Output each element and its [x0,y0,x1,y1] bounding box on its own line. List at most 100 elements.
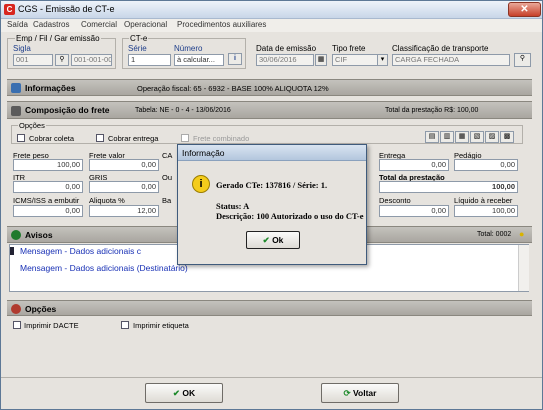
liquido-input[interactable]: 100,00 [454,205,518,217]
operacao-fiscal-text: Operação fiscal: 65 - 6932 - BASE 100% A… [137,84,329,93]
info-icon[interactable]: i [228,53,242,65]
avisos-title: Avisos [25,230,53,240]
tipo-frete-label: Tipo frete [332,44,366,53]
binoculars-icon[interactable]: ⚲ [55,54,69,66]
dialog-ok-button[interactable]: ✔ Ok [246,231,300,249]
menu-comercial[interactable]: Comercial [81,20,117,29]
ok-button[interactable]: ✔ OK [145,383,223,403]
avisos-total: Total: 0002 [477,231,512,238]
menu-bar: Saída Cadastros Comercial Operacional Pr… [1,19,542,32]
tabela-text: Tabela: NE - 0 - 4 - 13/06/2016 [135,107,231,114]
composicao-icon [11,106,21,116]
menu-procedimentos[interactable]: Procedimentos auxiliares [177,20,266,29]
sigla-label: Sigla [13,44,31,53]
tipo-frete-select[interactable]: CIF [332,54,378,66]
grid-tool-icon[interactable]: ▨ [485,131,499,143]
serie-label: Série [128,44,147,53]
total-prestacao-text: Total da prestação R$: 100,00 [385,107,479,114]
sigla-input[interactable]: 001 [13,54,53,66]
cobrar-coleta-label: Cobrar coleta [29,134,75,143]
binoculars-icon[interactable]: ⚲ [514,53,531,67]
info-section-icon [11,83,21,93]
list-item[interactable]: Mensagem - Dados adicionais c [20,246,141,256]
check-icon: ✔ [262,235,273,245]
check-icon: ✔ [172,388,183,398]
grid-tool-icon[interactable]: ▥ [440,131,454,143]
menu-cadastros[interactable]: Cadastros [33,20,69,29]
cte-label: CT-e [129,34,149,43]
imprimir-etiqueta-checkbox[interactable] [121,321,129,329]
opcoes-frete-label: Opções [18,121,46,130]
composicao-header: Composição do frete Tabela: NE - 0 - 4 -… [7,101,532,119]
itr-input[interactable]: 0,00 [13,181,83,193]
refresh-icon: ⟳ [343,388,353,398]
opcoes-icon [11,304,21,314]
window-title: CGS - Emissão de CT-e [18,4,115,14]
imprimir-etiqueta-label: Imprimir etiqueta [133,321,189,330]
dialog-line1: Gerado CTe: 137816 / Série: 1. [216,180,328,190]
imprimir-dacte-label: Imprimir DACTE [24,321,79,330]
informacoes-header: Informações Operação fiscal: 65 - 6932 -… [7,79,532,96]
ca-label: CA [162,151,173,160]
menu-operacional[interactable]: Operacional [124,20,167,29]
classificacao-label: Classificação de transporte [392,44,489,53]
pedagio-input[interactable]: 0,00 [454,159,518,171]
composicao-title: Composição do frete [25,105,110,115]
close-button[interactable]: ✕ [508,2,541,17]
cobrar-coleta-checkbox[interactable] [17,134,25,142]
gris-input[interactable]: 0,00 [89,181,159,193]
avisos-icon [11,230,21,240]
data-emissao-input[interactable]: 30/06/2016 [256,54,314,66]
opcoes-header: Opções [7,300,532,316]
list-item[interactable]: Mensagem - Dados adicionais (Destinatári… [20,263,188,273]
info-dialog: Informação i Gerado CTe: 137816 / Série:… [177,144,367,265]
emp-input[interactable]: 001-001-001 [71,54,112,66]
frete-combinado-checkbox[interactable] [181,134,189,142]
icms-input[interactable]: 0,00 [13,205,83,217]
liquido-label: Líquido à receber [454,196,513,205]
grid-tool-icon[interactable]: ▩ [500,131,514,143]
info-warning-icon: i [192,175,210,193]
dialog-line3: Descrição: 100 Autorizado o uso do CT-e [216,211,364,221]
frete-valor-input[interactable]: 0,00 [89,159,159,171]
frete-peso-input[interactable]: 100,00 [13,159,83,171]
main-window: C CGS - Emissão de CT-e ✕ Saída Cadastro… [0,0,543,410]
desconto-input[interactable]: 0,00 [379,205,449,217]
data-emissao-label: Data de emissão [256,44,317,53]
voltar-button[interactable]: ⟳ Voltar [321,383,399,403]
grid-tool-icon[interactable]: ▤ [425,131,439,143]
informacoes-title: Informações [25,83,76,93]
ba-label: Ba [162,196,172,205]
divider [1,377,542,378]
imprimir-dacte-checkbox[interactable] [13,321,21,329]
dialog-title-bar: Informação [178,145,366,161]
desconto-label: Desconto [379,196,411,205]
aliquota-label: Aliquota % [89,196,125,205]
ou-label: Ou [162,173,173,182]
menu-saida[interactable]: Saída [7,20,28,29]
lightbulb-icon: ● [519,229,525,239]
scrollbar[interactable] [518,245,529,291]
app-icon: C [4,4,15,15]
numero-label: Número [174,44,203,53]
emp-label: Emp / Fil / Gar emissão [15,34,101,43]
icms-label: ICMS/ISS a embutir [13,196,80,205]
title-bar: C CGS - Emissão de CT-e ✕ [1,1,542,19]
grid-tool-icon[interactable]: ▧ [470,131,484,143]
grid-tool-icon[interactable]: ▦ [455,131,469,143]
opcoes-title: Opções [25,304,57,314]
dialog-line2: Status: A [216,201,250,211]
entrega-input[interactable]: 0,00 [379,159,449,171]
row-indicator [10,247,14,255]
cobrar-entrega-checkbox[interactable] [96,134,104,142]
total-prestacao-input[interactable]: 100,00 [379,181,518,193]
calendar-icon[interactable]: ▦ [315,54,327,66]
dialog-title: Informação [182,148,225,158]
numero-input[interactable]: à calcular... [174,54,224,66]
classificacao-input[interactable]: CARGA FECHADA [392,54,510,66]
toolbar-icons: ▤ ▥ ▦ ▧ ▨ ▩ [425,131,514,143]
serie-input[interactable]: 1 [128,54,171,66]
aliquota-input[interactable]: 12,00 [89,205,159,217]
cobrar-entrega-label: Cobrar entrega [108,134,159,143]
chevron-down-icon[interactable]: ▾ [377,54,388,66]
